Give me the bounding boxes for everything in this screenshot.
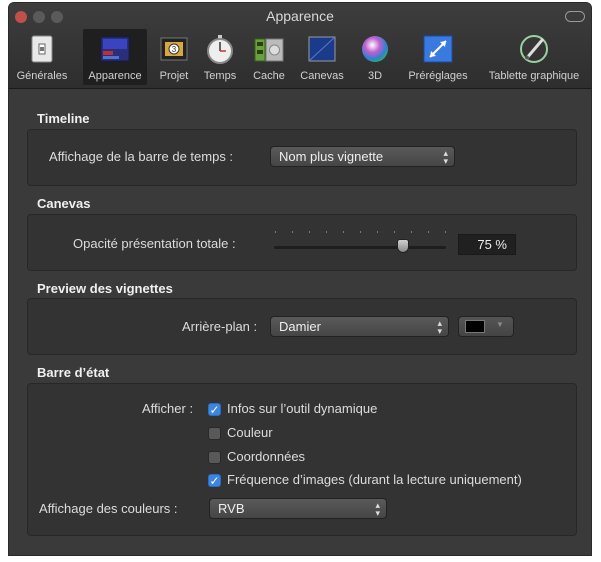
section-title-timeline: Timeline bbox=[37, 111, 90, 126]
color-swatch bbox=[465, 320, 485, 333]
slider-tick bbox=[428, 231, 429, 233]
slider-tick bbox=[309, 231, 310, 233]
cache-icon bbox=[254, 38, 284, 62]
background-label: Arrière-plan : bbox=[182, 319, 258, 334]
pen-icon bbox=[520, 35, 548, 63]
toolbar-item-tablette[interactable]: Tablette graphique bbox=[479, 29, 589, 85]
timeline-bar-label: Affichage de la barre de temps : bbox=[49, 149, 234, 164]
group-canevas: Opacité présentation totale : 75 % bbox=[27, 214, 577, 271]
toolbar-label: Cache bbox=[253, 70, 285, 82]
slider-tick bbox=[326, 231, 327, 233]
timeline-bar-popup[interactable]: Nom plus vignette ▴ ▾ bbox=[270, 146, 455, 167]
toolbar-label: Apparence bbox=[88, 70, 142, 82]
toolbar-item-generales[interactable]: Générales bbox=[12, 29, 72, 85]
title-bar: Apparence Générales Apparence 3 Projet T… bbox=[9, 3, 591, 89]
section-title-canevas: Canevas bbox=[37, 196, 91, 211]
option-label: Coordonnées bbox=[227, 449, 306, 464]
canvas-icon bbox=[308, 36, 336, 62]
stopwatch-icon bbox=[207, 35, 233, 64]
toolbar-item-cache[interactable]: Cache bbox=[247, 29, 291, 85]
switch-icon bbox=[31, 35, 53, 63]
toolbar-item-temps[interactable]: Temps bbox=[199, 29, 241, 85]
toolbar-item-projet[interactable]: 3 Projet bbox=[153, 29, 195, 85]
toolbar-item-prereglages[interactable]: Préréglages bbox=[402, 29, 474, 85]
toolbar-label: Temps bbox=[203, 70, 237, 82]
color-display-label: Affichage des couleurs : bbox=[39, 501, 178, 516]
toolbar-label: Préréglages bbox=[408, 70, 468, 82]
slider-tick bbox=[360, 231, 361, 233]
afficher-label: Afficher : bbox=[142, 401, 194, 416]
preferences-window: Apparence Générales Apparence 3 Projet T… bbox=[9, 3, 591, 555]
color-display-value: RVB bbox=[218, 501, 245, 516]
background-popup[interactable]: Damier ▴ ▾ bbox=[270, 316, 449, 337]
checkbox-frequence[interactable]: ✓ bbox=[208, 474, 221, 487]
svg-text:3: 3 bbox=[172, 45, 177, 54]
group-timeline: Affichage de la barre de temps : Nom plu… bbox=[27, 129, 577, 186]
section-title-barre: Barre d’état bbox=[37, 365, 110, 380]
toolbar-label: Canevas bbox=[300, 70, 344, 82]
film-icon: 3 bbox=[160, 37, 188, 61]
updown-arrows-icon: ▴ ▾ bbox=[437, 318, 442, 336]
presets-icon bbox=[423, 35, 453, 63]
timeline-bar-value: Nom plus vignette bbox=[279, 149, 384, 164]
toolbar-label: Projet bbox=[159, 70, 189, 82]
slider-tick bbox=[343, 231, 344, 233]
option-label: Fréquence d’images (durant la lecture un… bbox=[227, 472, 522, 487]
option-label: Infos sur l’outil dynamique bbox=[227, 401, 378, 416]
slider-ticks bbox=[274, 231, 446, 235]
slider-track bbox=[274, 246, 446, 249]
opacity-slider[interactable] bbox=[274, 227, 446, 253]
checkbox-infos-outil[interactable]: ✓ bbox=[208, 403, 221, 416]
background-value: Damier bbox=[279, 319, 321, 334]
opacity-label: Opacité présentation totale : bbox=[73, 236, 236, 251]
group-barre: Afficher : ✓ Infos sur l’outil dynamique… bbox=[27, 383, 577, 536]
toolbar-item-apparence[interactable]: Apparence bbox=[83, 29, 147, 85]
checkbox-couleur[interactable] bbox=[208, 427, 221, 440]
slider-tick bbox=[445, 231, 446, 233]
slider-tick bbox=[377, 231, 378, 233]
toolbar-label: Tablette graphique bbox=[488, 70, 580, 82]
slider-tick bbox=[411, 231, 412, 233]
slider-tick bbox=[394, 231, 395, 233]
toolbar-item-3d[interactable]: 3D bbox=[359, 29, 391, 85]
sphere-icon bbox=[362, 36, 388, 62]
toolbar-label: 3D bbox=[367, 70, 383, 82]
slider-tick bbox=[292, 231, 293, 233]
opacity-value-field[interactable]: 75 % bbox=[458, 234, 516, 255]
group-preview: Arrière-plan : Damier ▴ ▾ ▼ bbox=[27, 298, 577, 355]
updown-arrows-icon: ▴ ▾ bbox=[443, 148, 448, 166]
section-title-preview: Preview des vignettes bbox=[37, 281, 173, 296]
slider-knob[interactable] bbox=[397, 239, 409, 253]
color-display-popup[interactable]: RVB ▴ ▾ bbox=[209, 498, 387, 519]
color-well[interactable]: ▼ bbox=[458, 316, 514, 337]
toolbar-label: Générales bbox=[16, 70, 68, 82]
toolbar-toggle-button[interactable] bbox=[565, 11, 585, 22]
option-label: Couleur bbox=[227, 425, 273, 440]
appearance-icon bbox=[100, 36, 130, 62]
chevron-down-icon: ▼ bbox=[496, 320, 504, 329]
window-title: Apparence bbox=[266, 8, 334, 24]
checkbox-coordonnees[interactable] bbox=[208, 451, 221, 464]
slider-tick bbox=[275, 231, 276, 233]
updown-arrows-icon: ▴ ▾ bbox=[375, 500, 380, 518]
toolbar-item-canevas[interactable]: Canevas bbox=[296, 29, 348, 85]
